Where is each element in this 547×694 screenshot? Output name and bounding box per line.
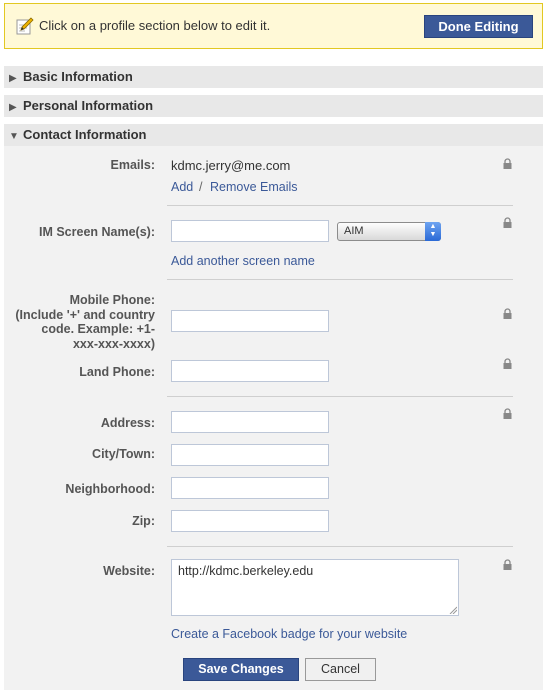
divider bbox=[167, 546, 513, 547]
section-personal-information[interactable]: ▶ Personal Information bbox=[4, 95, 543, 117]
mobile-label-line: xxx-xxx-xxxx) bbox=[72, 336, 155, 351]
divider bbox=[167, 396, 513, 397]
im-service-select[interactable]: AIM ▲ ▼ bbox=[337, 222, 441, 241]
land-phone-input[interactable] bbox=[171, 360, 329, 382]
section-title: Basic Information bbox=[23, 69, 133, 84]
im-service-value: AIM bbox=[344, 225, 364, 237]
mobile-label-line: code. Example: +1- bbox=[41, 322, 155, 336]
im-screen-name-label: IM Screen Name(s): bbox=[38, 225, 155, 239]
triangle-right-icon: ▶ bbox=[9, 102, 17, 113]
mobile-phone-input[interactable] bbox=[171, 310, 329, 332]
done-editing-button[interactable]: Done Editing bbox=[424, 15, 533, 38]
emails-label: Emails: bbox=[110, 158, 155, 172]
section-title: Personal Information bbox=[23, 98, 154, 113]
website-textarea[interactable]: http://kdmc.berkeley.edu bbox=[171, 559, 459, 616]
neighborhood-label: Neighborhood: bbox=[65, 482, 155, 496]
triangle-down-icon: ▼ bbox=[9, 131, 19, 142]
add-screen-name-link[interactable]: Add another screen name bbox=[171, 254, 315, 268]
city-town-label: City/Town: bbox=[92, 447, 155, 461]
edit-notice-bar: Click on a profile section below to edit… bbox=[4, 3, 543, 49]
mobile-label-line: (Include '+' and country bbox=[15, 307, 155, 322]
lock-icon[interactable] bbox=[503, 158, 512, 169]
neighborhood-input[interactable] bbox=[171, 477, 329, 499]
zip-input[interactable] bbox=[171, 510, 329, 532]
website-label: Website: bbox=[103, 564, 155, 578]
create-badge-link[interactable]: Create a Facebook badge for your website bbox=[171, 627, 407, 641]
land-phone-label: Land Phone: bbox=[79, 365, 155, 379]
resize-grip-icon[interactable] bbox=[449, 606, 457, 614]
address-input[interactable] bbox=[171, 411, 329, 433]
section-contact-information[interactable]: ▼ Contact Information bbox=[4, 124, 543, 146]
city-town-input[interactable] bbox=[171, 444, 329, 466]
divider bbox=[167, 205, 513, 206]
zip-label: Zip: bbox=[132, 514, 155, 528]
add-email-link[interactable]: Add bbox=[171, 180, 193, 194]
notice-text: Click on a profile section below to edit… bbox=[39, 18, 271, 33]
cancel-button[interactable]: Cancel bbox=[305, 658, 376, 681]
mobile-label-line: Mobile Phone: bbox=[69, 293, 155, 307]
address-label: Address: bbox=[100, 416, 155, 430]
lock-icon[interactable] bbox=[503, 358, 512, 369]
email-value: kdmc.jerry@me.com bbox=[171, 158, 291, 173]
section-title: Contact Information bbox=[23, 127, 147, 142]
triangle-right-icon: ▶ bbox=[9, 73, 17, 84]
section-basic-information[interactable]: ▶ Basic Information bbox=[4, 66, 543, 88]
save-changes-button[interactable]: Save Changes bbox=[183, 658, 299, 681]
remove-emails-link[interactable]: Remove Emails bbox=[210, 180, 298, 194]
lock-icon[interactable] bbox=[503, 308, 512, 319]
lock-icon[interactable] bbox=[503, 559, 512, 570]
link-separator: / bbox=[199, 180, 203, 194]
lock-icon[interactable] bbox=[503, 408, 512, 419]
pencil-icon bbox=[16, 17, 34, 35]
im-screen-name-input[interactable] bbox=[171, 220, 329, 242]
mobile-phone-label: Mobile Phone: (Include '+' and country c… bbox=[15, 293, 155, 351]
updown-arrow-icon: ▲ ▼ bbox=[425, 222, 441, 241]
lock-icon[interactable] bbox=[503, 217, 512, 228]
divider bbox=[167, 279, 513, 280]
